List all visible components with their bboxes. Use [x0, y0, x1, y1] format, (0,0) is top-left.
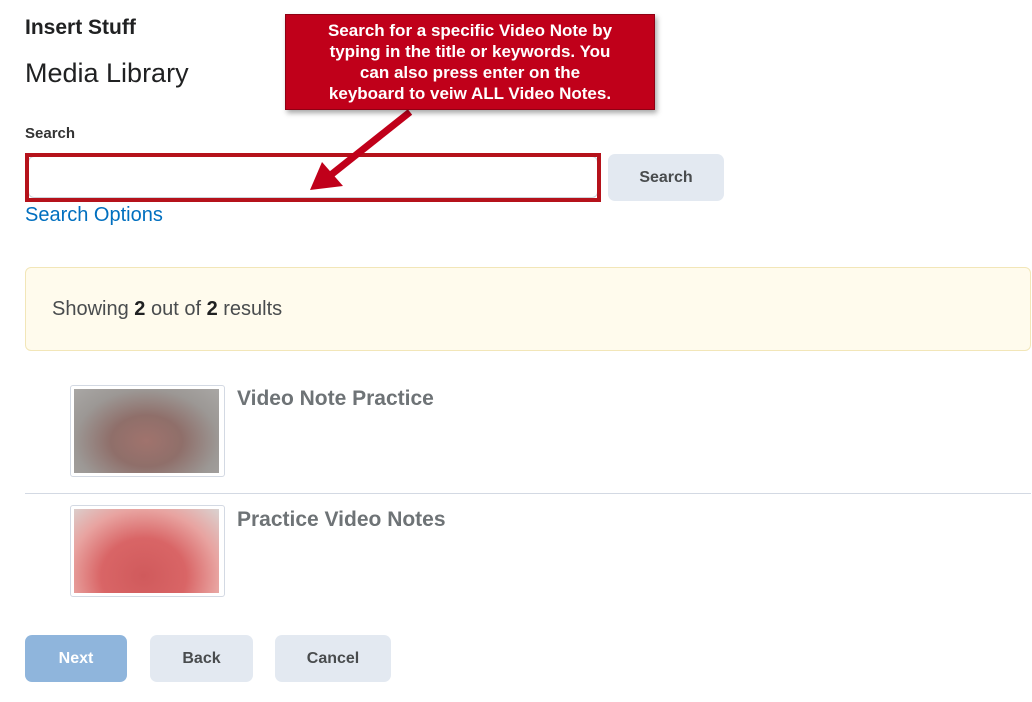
results-total-count: 2 — [206, 298, 218, 320]
results-notice: Showing 2 out of 2 results — [25, 267, 1031, 351]
back-button[interactable]: Back — [150, 635, 253, 682]
media-item-title[interactable]: Practice Video Notes — [237, 508, 446, 532]
results-middle: out of — [150, 298, 202, 320]
media-item-title[interactable]: Video Note Practice — [237, 387, 434, 411]
search-options-link[interactable]: Search Options — [25, 204, 163, 227]
media-item[interactable]: Video Note Practice — [25, 373, 1031, 493]
results-prefix: Showing — [52, 298, 129, 320]
page-title: Media Library — [25, 58, 189, 88]
results-shown-count: 2 — [134, 298, 146, 320]
video-thumbnail-image — [74, 509, 219, 593]
next-button[interactable]: Next — [25, 635, 127, 682]
media-item[interactable]: Practice Video Notes — [25, 494, 1031, 614]
search-label: Search — [25, 125, 76, 142]
search-input[interactable] — [28, 156, 598, 198]
video-thumbnail[interactable] — [70, 505, 225, 597]
search-button[interactable]: Search — [608, 154, 724, 201]
video-thumbnail[interactable] — [70, 385, 225, 477]
video-thumbnail-image — [74, 389, 219, 473]
instruction-callout: Search for a specific Video Note by typi… — [285, 14, 655, 110]
dialog-title: Insert Stuff — [25, 16, 136, 39]
results-suffix: results — [223, 298, 283, 320]
cancel-button[interactable]: Cancel — [275, 635, 391, 682]
